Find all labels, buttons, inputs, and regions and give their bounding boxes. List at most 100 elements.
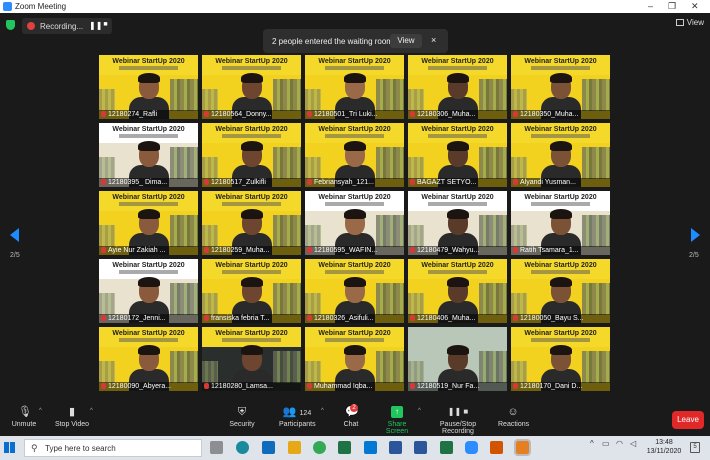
stop-recording-icon[interactable]: ■ bbox=[101, 21, 110, 31]
zoom-taskbar-icon[interactable] bbox=[465, 441, 478, 454]
task-view-icon[interactable] bbox=[210, 441, 223, 454]
participant-tile[interactable]: Webinar StartUp 2020 12180479_Wahyu... bbox=[408, 191, 507, 255]
city-skyline-graphic bbox=[305, 157, 321, 179]
participant-tile[interactable]: Webinar StartUp 2020 12180406_Muha... bbox=[408, 259, 507, 323]
participant-name-bar: 12180274_Rafli bbox=[99, 110, 198, 119]
app-icon[interactable] bbox=[490, 441, 503, 454]
volume-icon[interactable]: ◁ bbox=[630, 439, 636, 448]
city-skyline-graphic bbox=[305, 293, 321, 315]
tray-arrow-icon[interactable]: ^ bbox=[590, 439, 594, 448]
edge-browser-icon[interactable] bbox=[236, 441, 249, 454]
close-window-button[interactable]: ✕ bbox=[691, 1, 699, 12]
excel-app-icon[interactable] bbox=[338, 441, 351, 454]
participant-tile[interactable]: Webinar StartUp 2020 12180259_Muha... bbox=[202, 191, 301, 255]
participant-video-grid: Webinar StartUp 2020 12180274_Rafli Webina… bbox=[99, 55, 612, 400]
wifi-icon[interactable]: ◠ bbox=[616, 439, 623, 448]
file-explorer-icon[interactable] bbox=[288, 441, 301, 454]
participant-tile[interactable]: Webinar StartUp 202012180519_Nur Fa... bbox=[408, 327, 507, 391]
participant-hair bbox=[550, 277, 572, 287]
participant-tile[interactable]: Webinar StartUp 2020 12180595_WAFIN... bbox=[305, 191, 404, 255]
pause-stop-recording-button[interactable]: ❚❚ ■ Pause/Stop Recording bbox=[426, 406, 490, 435]
participant-tile[interactable]: Webinar StartUp 2020 12180280_Lamsa... bbox=[202, 327, 301, 391]
participant-tile[interactable]: Webinar StartUp 2020 Ayie Nur Zakiah ... bbox=[99, 191, 198, 255]
meeting-toolbar: 🎙 Unmute ^ ▮ Stop Video ^ ⛨ Security 👥 1… bbox=[0, 404, 710, 436]
windows-start-icon[interactable] bbox=[4, 442, 15, 453]
banner-title: Webinar StartUp 2020 bbox=[112, 330, 185, 337]
participant-name-bar: 12180564_Donny... bbox=[202, 110, 301, 119]
participant-tile[interactable]: Webinar StartUp 2020 12180172_Jenni... bbox=[99, 259, 198, 323]
banner-title: Webinar StartUp 2020 bbox=[524, 58, 597, 65]
participant-name: 12180326_Asifuli... bbox=[314, 315, 374, 322]
participant-tile[interactable]: Webinar StartUp 2020 12180326_Asifuli... bbox=[305, 259, 404, 323]
leave-button[interactable]: Leave bbox=[672, 411, 704, 429]
security-button[interactable]: ⛨ Security bbox=[228, 406, 256, 428]
chrome-browser-icon[interactable] bbox=[313, 441, 326, 454]
share-screen-button[interactable]: ↑ Share Screen ^ bbox=[378, 406, 421, 435]
participant-name-bar: BAGAZT SETYO... bbox=[408, 178, 507, 187]
unmute-button[interactable]: 🎙 Unmute ^ bbox=[10, 406, 42, 428]
participant-tile[interactable]: Webinar StartUp 2020 BAGAZT SETYO... bbox=[408, 123, 507, 187]
notification-close-icon[interactable]: × bbox=[431, 35, 436, 45]
participant-hair bbox=[447, 73, 469, 83]
participant-tile[interactable]: Webinar StartUp 2020 12180306_Muha... bbox=[408, 55, 507, 119]
participant-tile[interactable]: Webinar StartUp 2020 12180170_Dani D... bbox=[511, 327, 610, 391]
participant-tile[interactable]: Webinar StartUp 2020 12180090_Abyera... bbox=[99, 327, 198, 391]
mail-app-icon[interactable] bbox=[262, 441, 275, 454]
muted-mic-icon bbox=[204, 247, 209, 253]
battery-icon[interactable]: ▭ bbox=[602, 439, 610, 448]
excel-document-icon[interactable] bbox=[440, 441, 453, 454]
participant-tile[interactable]: Webinar StartUp 2020 12180517_Zulkifli bbox=[202, 123, 301, 187]
taskbar-clock[interactable]: 13:48 13/11/2020 bbox=[646, 438, 682, 456]
notification-view-button[interactable]: View bbox=[390, 34, 422, 48]
chat-button[interactable]: 💬 2 Chat bbox=[340, 404, 362, 428]
participants-caret-icon[interactable]: ^ bbox=[321, 408, 324, 414]
participants-icon: 👥 124 bbox=[282, 406, 312, 418]
banner-title: Webinar StartUp 2020 bbox=[112, 262, 185, 269]
store-app-icon[interactable] bbox=[364, 441, 377, 454]
active-app-icon[interactable] bbox=[514, 439, 531, 456]
participant-tile[interactable]: Webinar StartUp 2020 12180274_Rafli bbox=[99, 55, 198, 119]
security-shield-icon[interactable] bbox=[6, 20, 15, 30]
audio-options-caret-icon[interactable]: ^ bbox=[39, 408, 42, 414]
participant-tile[interactable]: Webinar StartUp 2020 fransiska febria T..… bbox=[202, 259, 301, 323]
participant-hair bbox=[241, 141, 263, 151]
word-document-icon[interactable] bbox=[414, 441, 427, 454]
maximize-button[interactable]: ❐ bbox=[668, 1, 676, 12]
banner-title: Webinar StartUp 2020 bbox=[318, 330, 391, 337]
taskbar-search-box[interactable]: ⚲ Type here to search bbox=[24, 439, 202, 457]
minimize-button[interactable]: – bbox=[648, 1, 653, 11]
participant-tile[interactable]: Webinar StartUp 2020 Febriansyah_121... bbox=[305, 123, 404, 187]
participant-name: Ratih Tsamara_1... bbox=[520, 247, 579, 254]
word-app-icon[interactable] bbox=[389, 441, 402, 454]
participant-name-bar: Muhammad Iqba... bbox=[305, 382, 404, 391]
banner-title: Webinar StartUp 2020 bbox=[112, 126, 185, 133]
pause-recording-icon[interactable]: ❚❚ bbox=[89, 21, 102, 31]
city-skyline-graphic bbox=[479, 283, 507, 315]
banner-title: Webinar StartUp 2020 bbox=[421, 262, 494, 269]
participants-button[interactable]: 👥 124 Participants ^ bbox=[279, 406, 324, 428]
participant-name: Muhammad Iqba... bbox=[314, 383, 373, 390]
participant-tile[interactable]: Webinar StartUp 2020 12180564_Donny... bbox=[202, 55, 301, 119]
participant-tile[interactable]: Webinar StartUp 2020 Ratih Tsamara_1... bbox=[511, 191, 610, 255]
participant-name-bar: 12180280_Lamsa... bbox=[202, 382, 301, 391]
muted-mic-icon bbox=[101, 179, 106, 185]
action-center-icon[interactable]: 5 bbox=[690, 442, 700, 453]
page-indicator-right: 2/5 bbox=[689, 252, 699, 259]
participant-tile[interactable]: Webinar StartUp 2020 12180395_ Dima... bbox=[99, 123, 198, 187]
view-layout-button[interactable]: View bbox=[675, 18, 704, 27]
participant-tile[interactable]: Webinar StartUp 2020 12180501_Tri Luki... bbox=[305, 55, 404, 119]
city-skyline-graphic bbox=[408, 157, 424, 179]
participant-tile[interactable]: Webinar StartUp 2020 12180350_Muha... bbox=[511, 55, 610, 119]
share-options-caret-icon[interactable]: ^ bbox=[418, 408, 421, 414]
video-options-caret-icon[interactable]: ^ bbox=[90, 408, 93, 414]
reactions-button[interactable]: ☺ Reactions bbox=[498, 406, 529, 428]
participant-tile[interactable]: Webinar StartUp 2020 Muhammad Iqba... bbox=[305, 327, 404, 391]
banner-title: Webinar StartUp 2020 bbox=[112, 58, 185, 65]
shield-icon: ⛨ bbox=[237, 406, 247, 418]
next-page-arrow-icon[interactable] bbox=[691, 228, 700, 242]
participant-name-bar: 12180306_Muha... bbox=[408, 110, 507, 119]
previous-page-arrow-icon[interactable] bbox=[10, 228, 19, 242]
participant-tile[interactable]: Webinar StartUp 2020 12180050_Bayu S... bbox=[511, 259, 610, 323]
participant-tile[interactable]: Webinar StartUp 2020 Alyandi Yusman... bbox=[511, 123, 610, 187]
stop-video-button[interactable]: ▮ Stop Video ^ bbox=[54, 406, 93, 428]
